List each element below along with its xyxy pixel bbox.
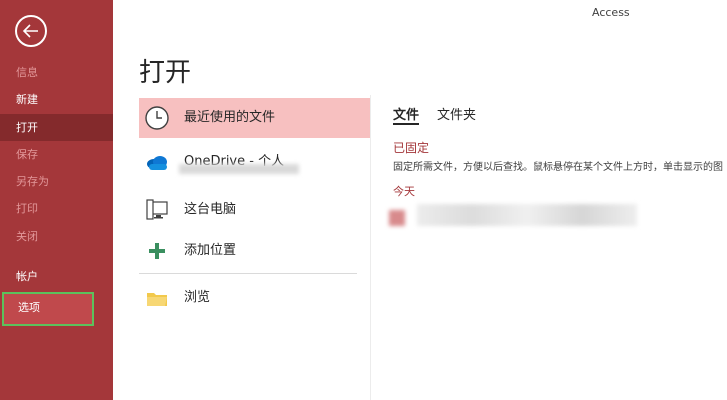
recent-file-item[interactable]	[387, 200, 647, 238]
location-recent-label: 最近使用的文件	[184, 110, 276, 125]
location-browse-label: 浏览	[184, 290, 211, 305]
locations-divider	[139, 273, 357, 274]
nav-save[interactable]: 保存	[0, 141, 113, 168]
pinned-heading: 已固定	[393, 141, 430, 155]
back-arrow-icon	[22, 24, 38, 38]
today-heading: 今天	[393, 185, 415, 198]
location-onedrive-label: OneDrive - 个人	[184, 154, 285, 169]
page-title: 打开	[139, 58, 192, 88]
location-browse[interactable]: 浏览	[139, 278, 371, 318]
onedrive-cloud-icon	[147, 156, 167, 170]
redacted-account	[179, 164, 299, 174]
this-pc-icon	[146, 199, 168, 220]
pinned-description: 固定所需文件，方便以后查找。鼠标悬停在某个文件上方时，单击显示的图	[393, 162, 723, 173]
location-onedrive[interactable]: OneDrive - 个人	[139, 142, 371, 182]
nav-save-as[interactable]: 另存为	[0, 168, 113, 195]
nav-new[interactable]: 新建	[0, 86, 113, 113]
backstage-sidebar: 信息 新建 打开 保存 另存为 打印 关闭 帐户 选项	[0, 0, 113, 400]
nav-print[interactable]: 打印	[0, 195, 113, 222]
tab-folders[interactable]: 文件夹	[437, 104, 476, 123]
location-recent[interactable]: 最近使用的文件	[139, 98, 371, 138]
location-add-place-label: 添加位置	[184, 243, 237, 258]
clock-icon	[145, 106, 169, 130]
panel-divider	[370, 95, 371, 400]
nav-options[interactable]: 选项	[2, 292, 94, 326]
nav-info[interactable]: 信息	[0, 59, 113, 86]
plus-icon	[149, 243, 165, 259]
tab-files-underline	[393, 123, 419, 125]
app-name: Access	[592, 6, 630, 19]
nav-close[interactable]: 关闭	[0, 223, 113, 250]
redacted-file-name	[417, 204, 637, 226]
tab-files[interactable]: 文件	[393, 104, 419, 123]
location-this-pc[interactable]: 这台电脑	[139, 190, 371, 230]
folder-icon	[147, 293, 167, 306]
nav-account[interactable]: 帐户	[0, 263, 113, 290]
file-icon	[389, 210, 405, 226]
nav-open[interactable]: 打开	[0, 114, 113, 141]
back-button[interactable]	[15, 15, 47, 47]
location-add-place[interactable]: 添加位置	[139, 231, 371, 271]
location-this-pc-label: 这台电脑	[184, 202, 237, 217]
